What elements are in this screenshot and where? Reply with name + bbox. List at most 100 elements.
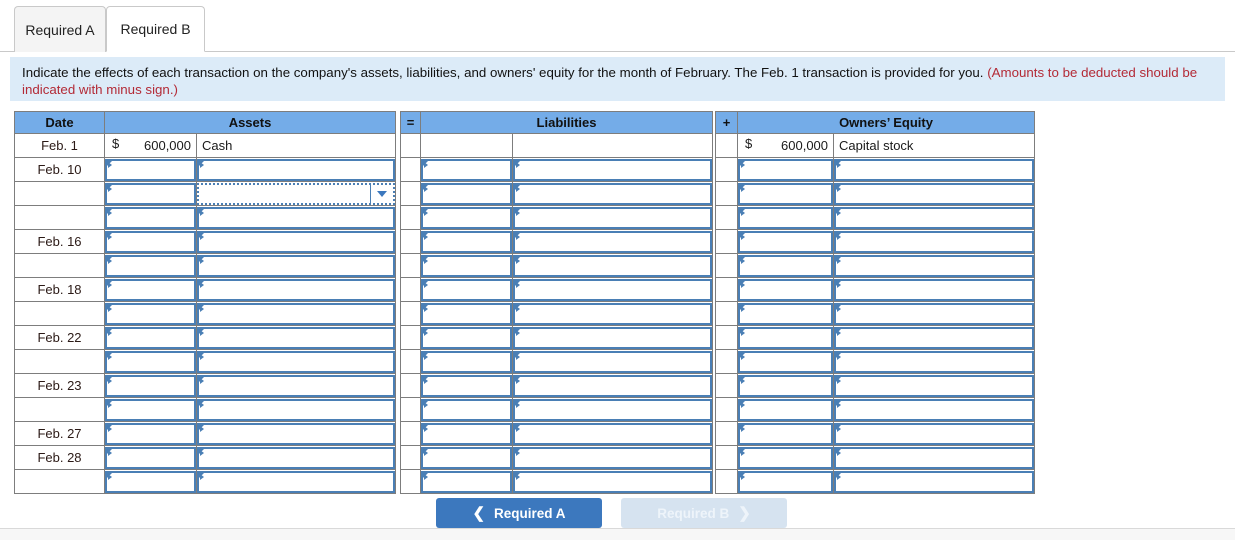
oe-amount-5-input[interactable] <box>738 278 834 301</box>
cell-assets-amount-8[interactable] <box>104 349 197 374</box>
cell-assets-description-9[interactable] <box>195 373 397 398</box>
cell-assets-amount-10[interactable] <box>104 397 197 422</box>
oe-description-12-input[interactable] <box>834 446 1035 469</box>
cell-oe-description-0[interactable] <box>833 157 1036 182</box>
cell-liabilities-description-6[interactable] <box>512 301 714 326</box>
liabilities-amount-12-input[interactable] <box>421 446 513 469</box>
liabilities-description-6-input[interactable] <box>513 302 713 325</box>
cell-liabilities-description-10[interactable] <box>512 397 714 422</box>
assets-amount-7-input[interactable] <box>105 326 196 349</box>
assets-amount-2-input[interactable] <box>105 206 196 229</box>
assets-description-7-input[interactable] <box>197 326 396 349</box>
assets-description-11-input[interactable] <box>197 422 396 445</box>
liabilities-description-13-input[interactable] <box>513 470 713 493</box>
cell-liabilities-amount-9[interactable] <box>420 373 514 398</box>
liabilities-description-0-input[interactable] <box>513 158 713 181</box>
assets-description-1-dropdown[interactable] <box>197 182 396 205</box>
cell-assets-description-7[interactable] <box>195 325 397 350</box>
oe-description-3-input[interactable] <box>834 230 1035 253</box>
cell-oe-description-6[interactable] <box>833 301 1036 326</box>
cell-oe-description-10[interactable] <box>833 397 1036 422</box>
tab-required-b[interactable]: Required B <box>106 6 205 52</box>
cell-liabilities-amount-7[interactable] <box>420 325 514 350</box>
cell-oe-description-1[interactable] <box>833 181 1036 206</box>
cell-assets-amount-2[interactable] <box>104 205 197 230</box>
assets-amount-9-input[interactable] <box>105 374 196 397</box>
liabilities-description-8-input[interactable] <box>513 350 713 373</box>
oe-description-2-input[interactable] <box>834 206 1035 229</box>
oe-description-7-input[interactable] <box>834 326 1035 349</box>
liabilities-amount-3-input[interactable] <box>421 230 513 253</box>
cell-oe-amount-4[interactable] <box>737 253 835 278</box>
assets-description-4-input[interactable] <box>197 254 396 277</box>
oe-amount-1-input[interactable] <box>738 182 834 205</box>
liabilities-amount-13-input[interactable] <box>421 470 513 493</box>
cell-assets-description-13[interactable] <box>195 469 397 494</box>
cell-liabilities-amount-6[interactable] <box>420 301 514 326</box>
oe-amount-3-input[interactable] <box>738 230 834 253</box>
cell-assets-description-8[interactable] <box>195 349 397 374</box>
cell-assets-description-3[interactable] <box>195 229 397 254</box>
oe-description-11-input[interactable] <box>834 422 1035 445</box>
liabilities-amount-1-input[interactable] <box>421 182 513 205</box>
oe-amount-2-input[interactable] <box>738 206 834 229</box>
cell-assets-amount-9[interactable] <box>104 373 197 398</box>
cell-oe-description-5[interactable] <box>833 277 1036 302</box>
cell-oe-amount-11[interactable] <box>737 421 835 446</box>
dropdown-caret-button[interactable] <box>370 184 393 203</box>
cell-liabilities-description-1[interactable] <box>512 181 714 206</box>
cell-liabilities-description-11[interactable] <box>512 421 714 446</box>
liabilities-amount-2-input[interactable] <box>421 206 513 229</box>
cell-assets-amount-4[interactable] <box>104 253 197 278</box>
cell-assets-amount-1[interactable] <box>104 181 197 206</box>
cell-assets-amount-13[interactable] <box>104 469 197 494</box>
cell-oe-description-7[interactable] <box>833 325 1036 350</box>
cell-liabilities-amount-1[interactable] <box>420 181 514 206</box>
cell-oe-amount-1[interactable] <box>737 181 835 206</box>
cell-liabilities-amount-2[interactable] <box>420 205 514 230</box>
liabilities-description-2-input[interactable] <box>513 206 713 229</box>
liabilities-description-4-input[interactable] <box>513 254 713 277</box>
required-b-nav-button[interactable]: Required B ❯ <box>621 498 787 528</box>
cell-assets-amount-0[interactable] <box>104 157 197 182</box>
liabilities-description-12-input[interactable] <box>513 446 713 469</box>
cell-assets-description-2[interactable] <box>195 205 397 230</box>
liabilities-amount-6-input[interactable] <box>421 302 513 325</box>
cell-assets-description-6[interactable] <box>195 301 397 326</box>
assets-amount-5-input[interactable] <box>105 278 196 301</box>
cell-oe-amount-3[interactable] <box>737 229 835 254</box>
cell-assets-description-4[interactable] <box>195 253 397 278</box>
oe-description-6-input[interactable] <box>834 302 1035 325</box>
cell-assets-amount-7[interactable] <box>104 325 197 350</box>
assets-description-0-input[interactable] <box>197 158 396 181</box>
cell-oe-description-4[interactable] <box>833 253 1036 278</box>
cell-oe-amount-9[interactable] <box>737 373 835 398</box>
liabilities-description-11-input[interactable] <box>513 422 713 445</box>
liabilities-description-3-input[interactable] <box>513 230 713 253</box>
cell-liabilities-description-9[interactable] <box>512 373 714 398</box>
oe-description-0-input[interactable] <box>834 158 1035 181</box>
cell-liabilities-amount-8[interactable] <box>420 349 514 374</box>
cell-assets-amount-11[interactable] <box>104 421 197 446</box>
cell-liabilities-amount-5[interactable] <box>420 277 514 302</box>
cell-oe-description-3[interactable] <box>833 229 1036 254</box>
oe-description-5-input[interactable] <box>834 278 1035 301</box>
liabilities-amount-7-input[interactable] <box>421 326 513 349</box>
oe-description-13-input[interactable] <box>834 470 1035 493</box>
cell-liabilities-description-5[interactable] <box>512 277 714 302</box>
cell-oe-amount-2[interactable] <box>737 205 835 230</box>
cell-oe-amount-13[interactable] <box>737 469 835 494</box>
oe-amount-10-input[interactable] <box>738 398 834 421</box>
cell-oe-amount-8[interactable] <box>737 349 835 374</box>
assets-amount-10-input[interactable] <box>105 398 196 421</box>
assets-description-8-input[interactable] <box>197 350 396 373</box>
assets-description-9-input[interactable] <box>197 374 396 397</box>
cell-liabilities-description-7[interactable] <box>512 325 714 350</box>
cell-assets-description-0[interactable] <box>195 157 397 182</box>
cell-oe-description-13[interactable] <box>833 469 1036 494</box>
oe-amount-9-input[interactable] <box>738 374 834 397</box>
assets-description-5-input[interactable] <box>197 278 396 301</box>
cell-liabilities-amount-0[interactable] <box>420 157 514 182</box>
assets-description-10-input[interactable] <box>197 398 396 421</box>
liabilities-amount-11-input[interactable] <box>421 422 513 445</box>
